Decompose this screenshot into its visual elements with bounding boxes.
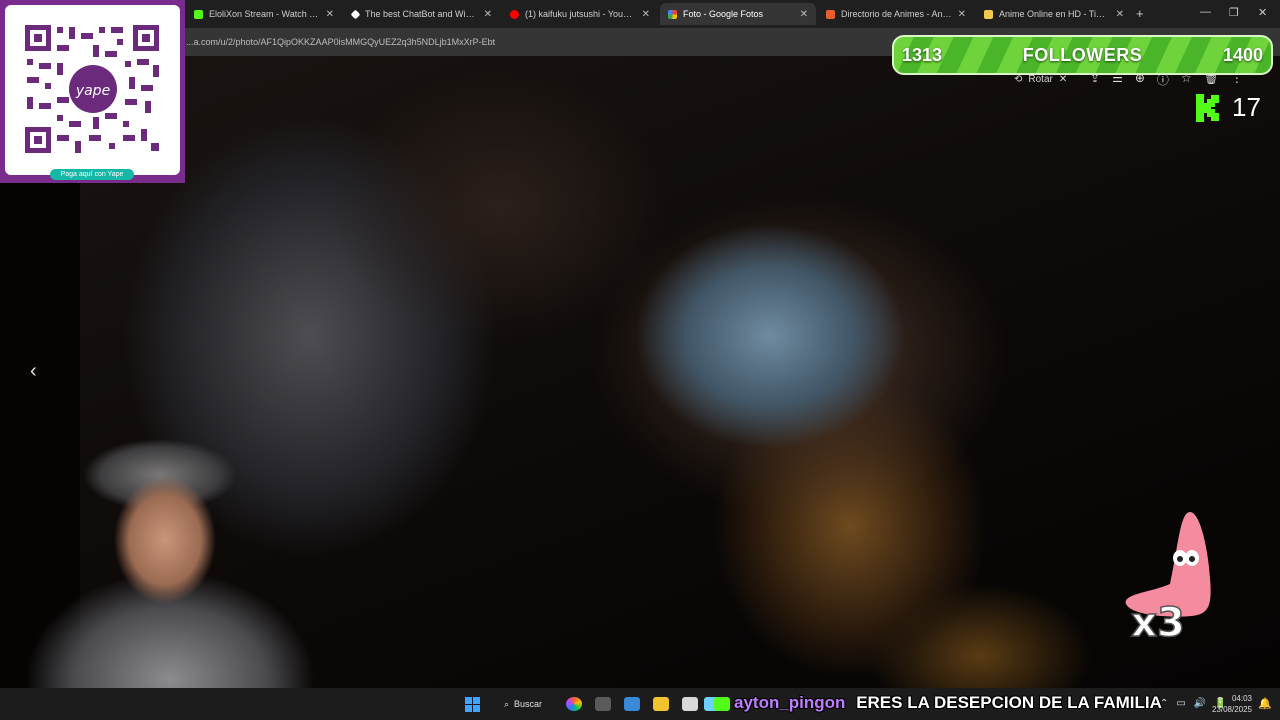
tab-title: (1) kaifuku jutsushi - YouTube [525, 9, 636, 19]
store-icon[interactable] [682, 697, 698, 711]
copilot-icon[interactable] [566, 697, 582, 711]
followers-goal: 1400 [1222, 44, 1263, 65]
widgets-icon[interactable] [595, 697, 611, 711]
kick-logo-icon [1196, 94, 1219, 122]
tab-title: Anime Online en HD - TioAnim [999, 9, 1110, 19]
yape-logo: yape [75, 83, 110, 99]
tab-youtube[interactable]: (1) kaifuku jutsushi - YouTube ✕ [502, 3, 658, 25]
yape-qr-card: yape Paga aquí con Yape [0, 0, 185, 183]
tab-close-icon[interactable]: ✕ [484, 9, 492, 20]
tioanime-favicon-icon [984, 9, 993, 19]
tab-tioanime[interactable]: Anime Online en HD - TioAnim ✕ [976, 3, 1132, 25]
tab-title: Directorio de Animes - AnimeF [841, 9, 952, 19]
viewer-count: 17 [1232, 92, 1261, 122]
yape-pay-button[interactable]: Paga aquí con Yape [50, 169, 134, 180]
tab-close-icon[interactable]: ✕ [800, 9, 808, 20]
tab-animeflv[interactable]: Directorio de Animes - AnimeF ✕ [818, 3, 974, 25]
tab-title: The best ChatBot and Widgets [365, 9, 478, 19]
tab-close-icon[interactable]: ✕ [326, 9, 334, 20]
tab-chatbot[interactable]: The best ChatBot and Widgets ✕ [344, 3, 500, 25]
maximize-icon[interactable]: ❐ [1229, 6, 1239, 19]
minimize-icon[interactable]: — [1200, 6, 1211, 18]
rotate-close-icon[interactable]: ✕ [1059, 74, 1067, 85]
patrick-multiplier: x3 [1131, 600, 1185, 644]
rotate-icon: ⟲ [1014, 74, 1023, 85]
qr-code: yape [5, 5, 180, 175]
tab-close-icon[interactable]: ✕ [642, 9, 650, 20]
rotate-label: Rotar [1028, 74, 1053, 85]
notifications-icon[interactable]: 🔔 [1258, 697, 1272, 710]
tab-kick-stream[interactable]: EloliXon Stream - Watch Live o ✕ [186, 3, 342, 25]
clock-date: 23/08/2025 [1211, 705, 1252, 714]
display-icon[interactable]: ▭ [1176, 698, 1185, 709]
tab-close-icon[interactable]: ✕ [958, 9, 966, 20]
streamer-webcam [0, 430, 340, 720]
previous-photo-icon[interactable]: ‹ [30, 360, 37, 383]
tab-title: EloliXon Stream - Watch Live o [209, 9, 320, 19]
kick-favicon-icon [194, 9, 203, 19]
tab-title: Foto - Google Fotos [683, 9, 764, 19]
taskbar-search-button[interactable]: ⌕ Buscar [496, 695, 554, 713]
taskbar-clock[interactable]: 04:03 23/08/2025 [1206, 693, 1252, 715]
close-icon[interactable]: ✕ [1258, 6, 1267, 19]
browser-tab-bar: EloliXon Stream - Watch Live o ✕ The bes… [0, 0, 1280, 28]
search-label: Buscar [514, 699, 543, 709]
tab-close-icon[interactable]: ✕ [1116, 9, 1124, 20]
tab-google-fotos[interactable]: Foto - Google Fotos ✕ [660, 3, 816, 25]
rotate-chip[interactable]: ⟲ Rotar ✕ [1014, 74, 1067, 85]
url-text[interactable]: ...a.com/u/2/photo/AF1QipOKKZAAP0isMMGQy… [186, 37, 495, 47]
chat-message-overlay: ayton_pingon ERES LA DESEPCION DE LA FAM… [734, 693, 1162, 713]
volume-icon[interactable]: 🔊 [1194, 698, 1206, 709]
qr-code-icon: yape [25, 25, 159, 153]
file-explorer-icon[interactable] [653, 697, 669, 711]
animeflv-favicon-icon [826, 9, 835, 19]
diamond-favicon-icon [350, 9, 361, 19]
chat-username: ayton_pingon [734, 693, 846, 712]
youtube-favicon-icon [510, 9, 519, 19]
google-photos-favicon-icon [668, 9, 677, 19]
windows-start-icon[interactable] [465, 697, 480, 712]
clock-time: 04:03 [1231, 694, 1252, 703]
task-view-icon[interactable] [624, 697, 640, 711]
patrick-star-icon: x3 [1125, 512, 1211, 644]
followers-current: 1313 [902, 44, 943, 65]
chat-text: ERES LA DESEPCION DE LA FAMILIA [856, 693, 1162, 712]
kick-app-icon[interactable] [714, 697, 730, 711]
new-tab-button[interactable]: + [1136, 6, 1144, 21]
search-icon: ⌕ [504, 698, 510, 709]
followers-label: FOLLOWERS [1022, 44, 1143, 65]
followers-goal-bar: 1313 FOLLOWERS 1400 [892, 35, 1273, 75]
